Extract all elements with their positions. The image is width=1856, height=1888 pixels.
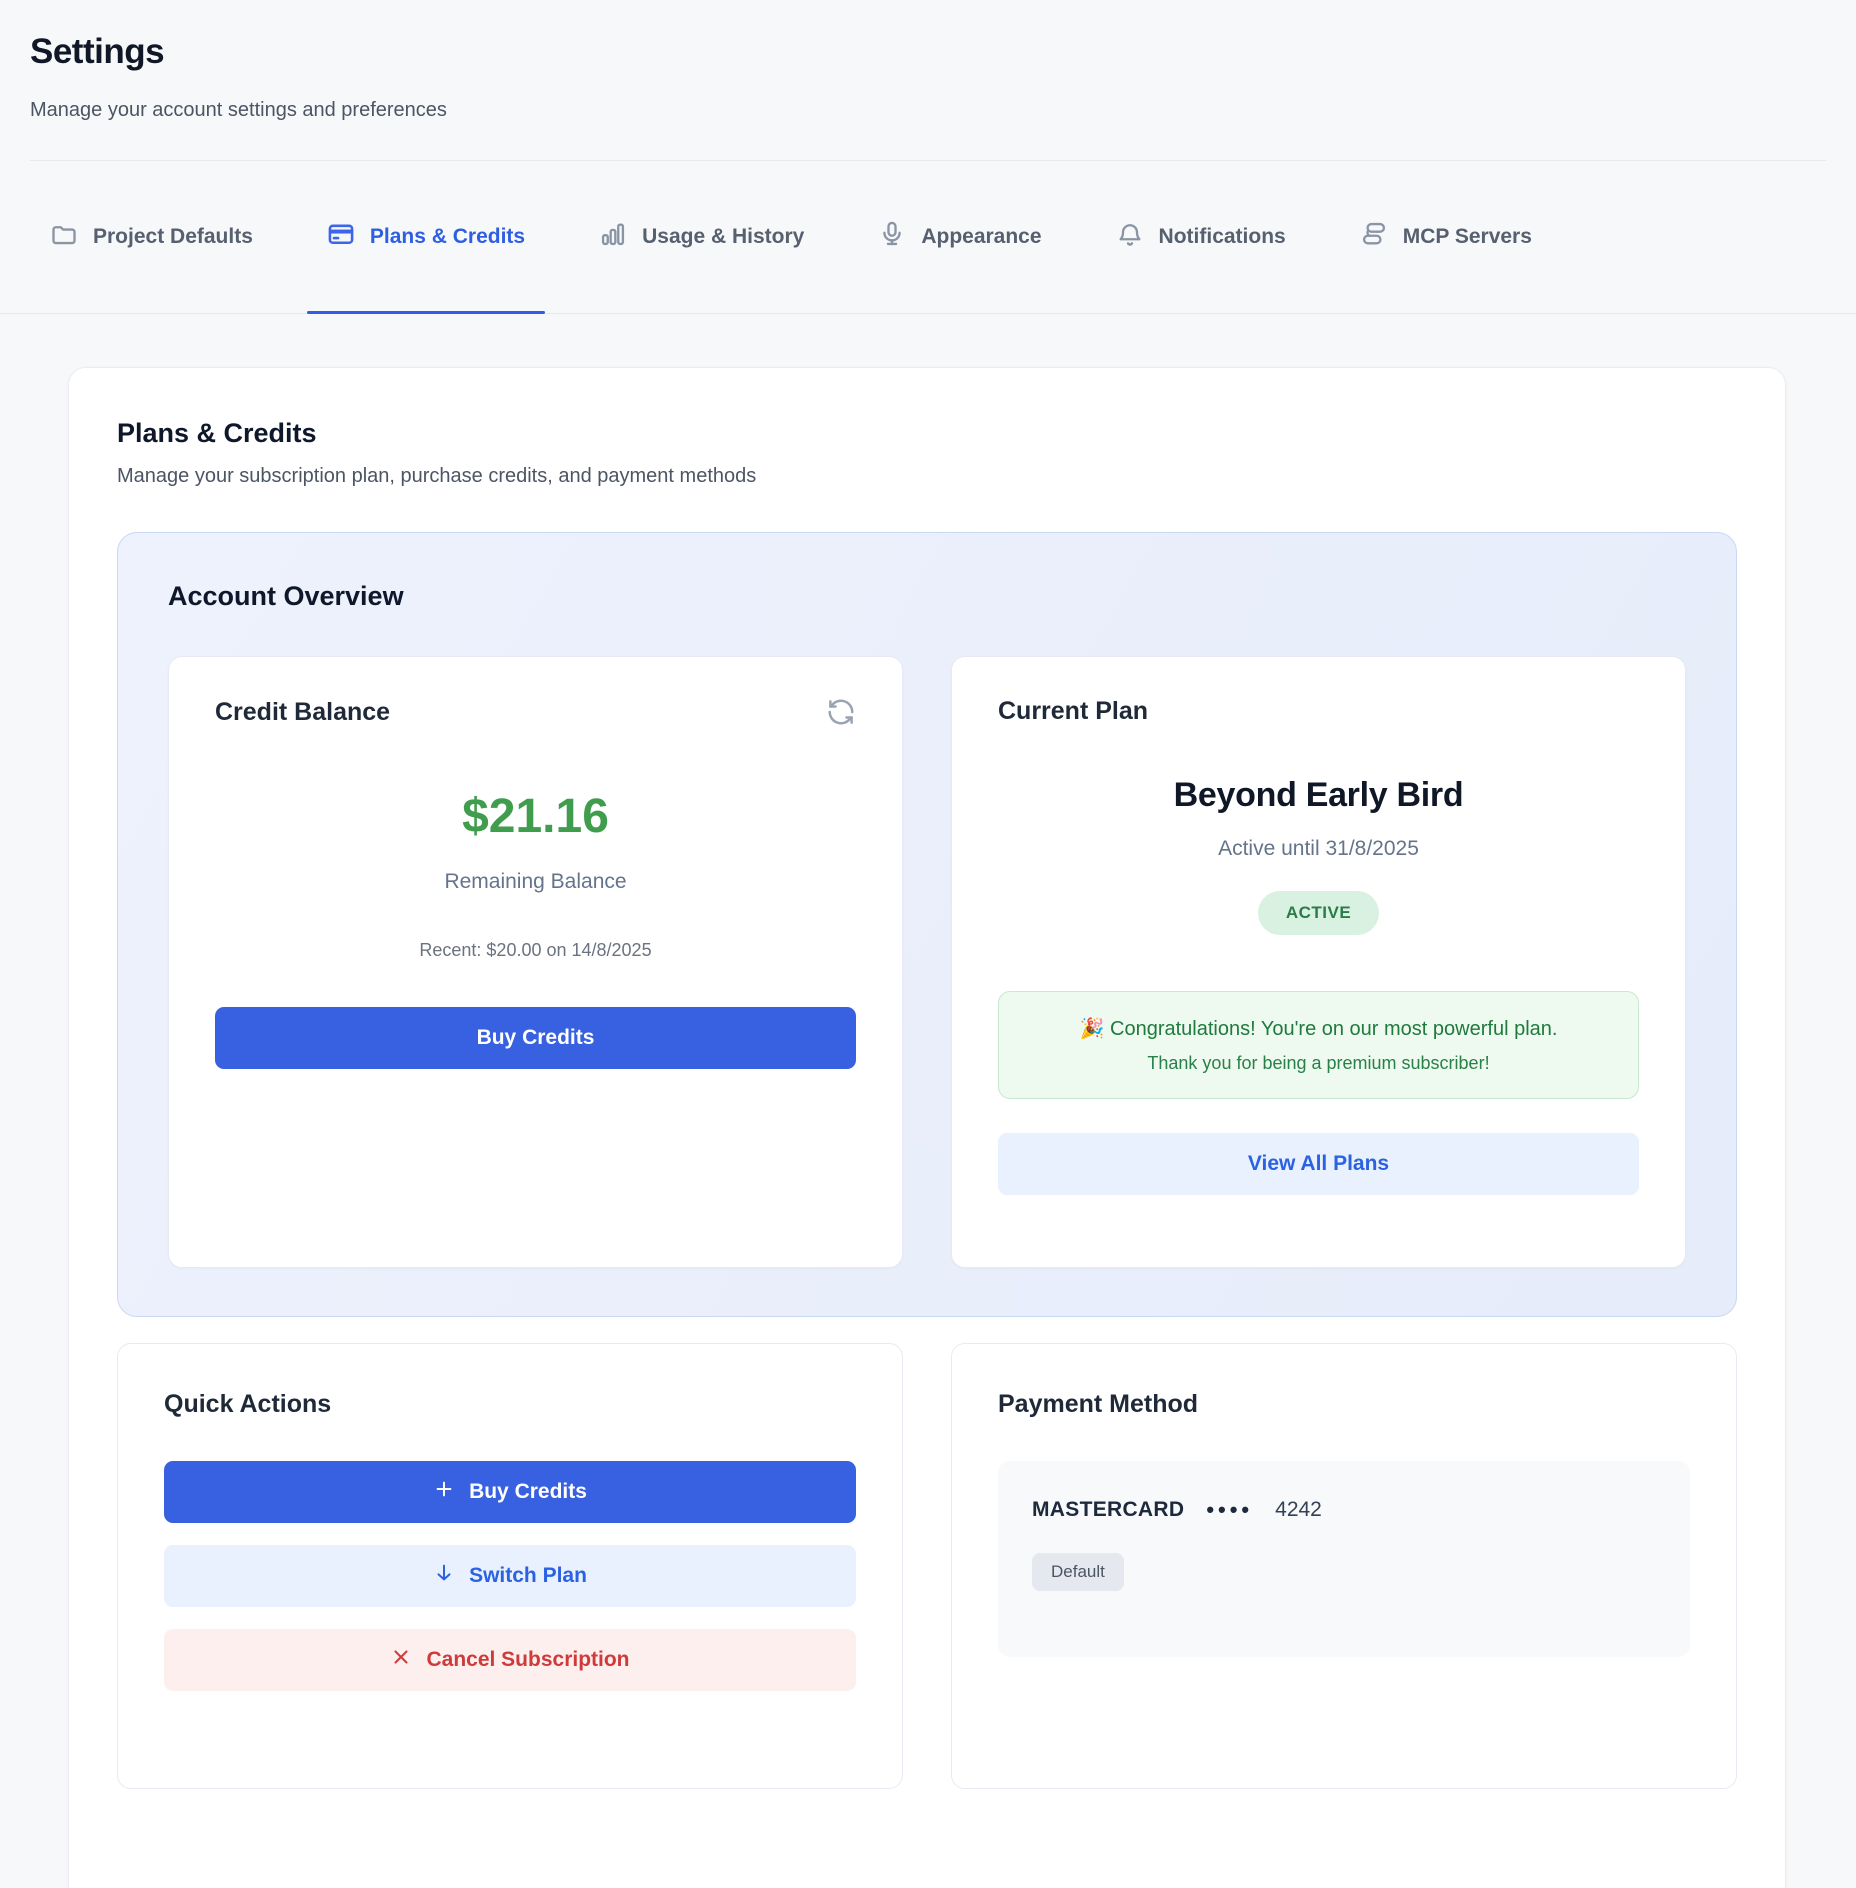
credit-balance-title: Credit Balance — [215, 698, 390, 727]
cancel-subscription-button[interactable]: Cancel Subscription — [164, 1629, 856, 1691]
credit-balance-recent: Recent: $20.00 on 14/8/2025 — [215, 940, 856, 961]
section-description: Manage your subscription plan, purchase … — [117, 465, 1737, 488]
credit-balance-header: Credit Balance — [215, 697, 856, 727]
plan-status-row: ACTIVE — [998, 891, 1639, 935]
current-plan-title: Current Plan — [998, 697, 1639, 726]
tab-plans-credits[interactable]: Plans & Credits — [307, 161, 545, 313]
quick-actions-card: Quick Actions Buy Credits — [117, 1343, 903, 1789]
account-overview: Account Overview Credit Balance — [117, 532, 1737, 1317]
server-stack-icon — [1360, 220, 1388, 254]
bell-icon — [1116, 220, 1144, 254]
refresh-icon — [826, 715, 856, 730]
current-plan-card: Current Plan Beyond Early Bird Active un… — [951, 656, 1686, 1268]
default-badge: Default — [1032, 1553, 1124, 1591]
tab-notifications[interactable]: Notifications — [1096, 161, 1306, 313]
congrats-line1: 🎉 Congratulations! You're on our most po… — [1019, 1016, 1618, 1041]
switch-plan-button[interactable]: Switch Plan — [164, 1545, 856, 1607]
card-brand: MASTERCARD — [1032, 1498, 1184, 1522]
bar-chart-icon — [599, 220, 627, 254]
tab-project-defaults[interactable]: Project Defaults — [30, 161, 273, 313]
bottom-grid: Quick Actions Buy Credits — [117, 1343, 1737, 1789]
page-subtitle: Manage your account settings and prefere… — [30, 99, 1826, 122]
view-all-plans-label: View All Plans — [1248, 1152, 1389, 1176]
card-last4: 4242 — [1275, 1498, 1322, 1522]
section-title: Plans & Credits — [117, 418, 1737, 449]
tab-label: Usage & History — [642, 225, 804, 249]
payment-method-card: Payment Method MASTERCARD •••• 4242 Defa… — [951, 1343, 1737, 1789]
plus-icon — [433, 1478, 455, 1506]
credit-balance-amount: $21.16 — [215, 789, 856, 844]
arrow-down-icon — [433, 1562, 455, 1590]
tab-label: Plans & Credits — [370, 225, 525, 249]
tab-label: MCP Servers — [1403, 225, 1532, 249]
tab-label: Appearance — [921, 225, 1041, 249]
account-overview-title: Account Overview — [168, 581, 1686, 612]
settings-page: Settings Manage your account settings an… — [0, 0, 1856, 1888]
payment-method-title: Payment Method — [998, 1390, 1690, 1419]
tab-mcp-servers[interactable]: MCP Servers — [1340, 161, 1552, 313]
settings-tabs: Project Defaults Plans & Credits Usa — [0, 161, 1856, 314]
x-icon — [390, 1646, 412, 1674]
credit-card-icon — [327, 220, 355, 254]
page-title: Settings — [30, 32, 1826, 72]
switch-plan-label: Switch Plan — [469, 1564, 587, 1588]
cancel-subscription-label: Cancel Subscription — [426, 1648, 629, 1672]
tab-label: Notifications — [1159, 225, 1286, 249]
payment-method-item: MASTERCARD •••• 4242 Default — [998, 1461, 1690, 1657]
page-header: Settings Manage your account settings an… — [0, 0, 1856, 161]
refresh-balance-button[interactable] — [826, 697, 856, 727]
plan-active-until: Active until 31/8/2025 — [998, 837, 1639, 861]
account-overview-grid: Credit Balance — [168, 656, 1686, 1268]
credit-balance-label: Remaining Balance — [215, 870, 856, 894]
congrats-line2: Thank you for being a premium subscriber… — [1019, 1053, 1618, 1074]
plan-name: Beyond Early Bird — [998, 776, 1639, 815]
tab-usage-history[interactable]: Usage & History — [579, 161, 824, 313]
microphone-icon — [878, 220, 906, 254]
buy-credits-label: Buy Credits — [477, 1026, 595, 1050]
plans-credits-panel: Plans & Credits Manage your subscription… — [68, 367, 1786, 1888]
quick-actions-buttons: Buy Credits Switch Plan — [164, 1461, 856, 1691]
buy-credits-button[interactable]: Buy Credits — [215, 1007, 856, 1069]
status-badge: ACTIVE — [1258, 891, 1379, 935]
folder-icon — [50, 220, 78, 254]
card-masked-digits: •••• — [1206, 1497, 1253, 1523]
tab-appearance[interactable]: Appearance — [858, 161, 1061, 313]
tab-label: Project Defaults — [93, 225, 253, 249]
congrats-banner: 🎉 Congratulations! You're on our most po… — [998, 991, 1639, 1099]
payment-card-row: MASTERCARD •••• 4242 — [1032, 1497, 1656, 1523]
credit-balance-card: Credit Balance — [168, 656, 903, 1268]
view-all-plans-button[interactable]: View All Plans — [998, 1133, 1639, 1195]
quick-buy-credits-button[interactable]: Buy Credits — [164, 1461, 856, 1523]
quick-buy-credits-label: Buy Credits — [469, 1480, 587, 1504]
quick-actions-title: Quick Actions — [164, 1390, 856, 1419]
